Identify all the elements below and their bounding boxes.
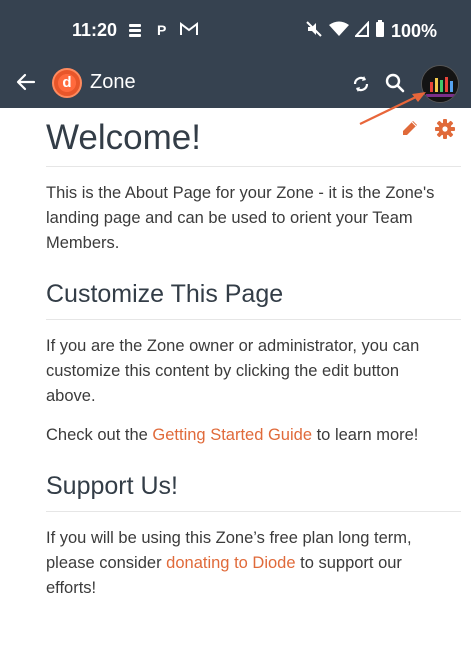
battery-percent: 100% [390,21,437,41]
gmail-icon [180,22,198,39]
page-title: Welcome! [46,118,461,167]
customize-text: If you are the Zone owner or administrat… [46,337,420,405]
donate-link[interactable]: donating to Diode [166,554,295,572]
notification-p-icon: P [157,22,167,38]
wifi-icon [328,21,349,42]
check-suffix: to learn more! [312,426,419,444]
app-title: Zone [90,71,136,93]
zone-logo: d [52,68,82,98]
support-heading: Support Us! [46,472,461,512]
intro-text: This is the About Page for your Zone - i… [46,184,435,252]
check-prefix: Check out the [46,426,153,444]
battery-icon [375,20,385,43]
signal-icon [353,20,369,42]
getting-started-link[interactable]: Getting Started Guide [152,426,312,444]
mute-icon [305,20,323,43]
storage-icon [128,22,142,41]
about-content: Welcome! This is the About Page for your… [46,118,461,601]
status-right: 100% [305,20,437,43]
back-arrow-icon[interactable] [14,70,38,94]
status-bar: 11:20 P 100% [0,0,471,60]
getting-started-paragraph: Check out the Getting Started Guide to l… [46,423,436,448]
support-paragraph: If you will be using this Zone’s free pl… [46,526,436,601]
customize-heading: Customize This Page [46,280,461,320]
status-time: 11:20 [72,20,118,40]
